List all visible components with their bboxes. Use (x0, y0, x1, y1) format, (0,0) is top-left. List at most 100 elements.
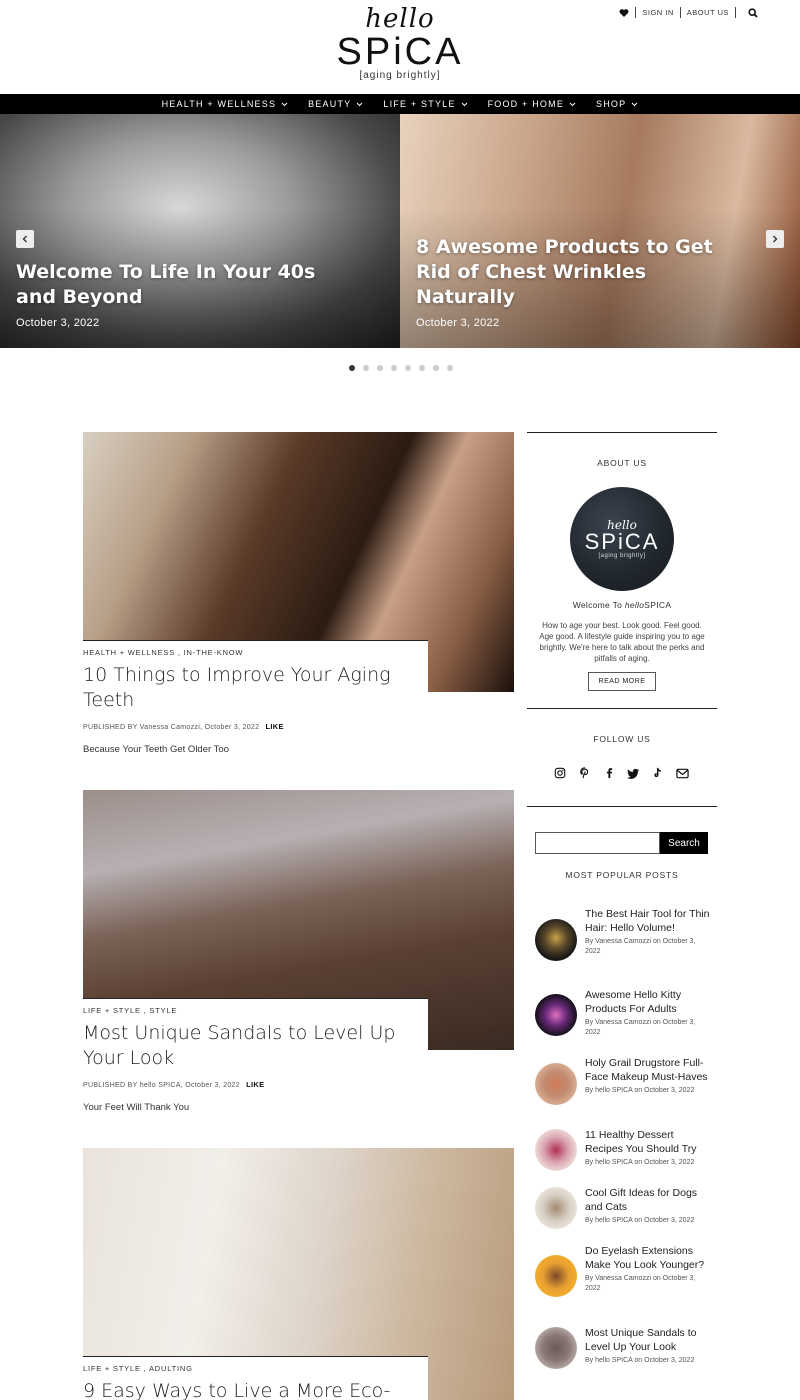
search-icon[interactable] (748, 7, 758, 18)
nav-item-label: HEALTH + WELLNESS (161, 99, 277, 109)
slider-dot[interactable] (349, 365, 355, 371)
chevron-down-icon (631, 102, 638, 106)
post-categories[interactable]: LIFE + STYLE , STYLE (83, 1006, 428, 1015)
post-excerpt: Because Your Teeth Get Older Too (83, 744, 229, 755)
nav-item-shop[interactable]: SHOP (596, 99, 638, 109)
facebook-icon[interactable] (602, 766, 616, 780)
post-meta: PUBLISHED BY hello SPICA, October 3, 202… (83, 1080, 428, 1089)
social-icons (553, 766, 700, 780)
popular-post-title[interactable]: Holy Grail Drugstore Full-Face Makeup Mu… (585, 1057, 711, 1084)
post-card: LIFE + STYLE , ADULTING 9 Easy Ways to L… (83, 1356, 428, 1400)
popular-post-title[interactable]: Awesome Hello Kitty Products For Adults (585, 989, 711, 1016)
nav-item-label: LIFE + STYLE (383, 99, 456, 109)
post-categories[interactable]: LIFE + STYLE , ADULTING (83, 1364, 428, 1373)
chevron-down-icon (357, 102, 363, 106)
nav-item-food-home[interactable]: FOOD + HOME (488, 99, 576, 109)
post-meta: PUBLISHED BY Vanessa Camozzi, October 3,… (83, 722, 428, 731)
about-us-heading: ABOUT US (597, 458, 647, 468)
popular-post-text: Cool Gift Ideas for Dogs and Cats By hel… (585, 1187, 711, 1226)
popular-post-text: Awesome Hello Kitty Products For Adults … (585, 989, 711, 1038)
instagram-icon[interactable] (553, 766, 567, 780)
popular-post-thumbnail[interactable] (535, 1063, 577, 1105)
published-by-label: PUBLISHED BY (83, 1082, 138, 1089)
popular-post-text: Do Eyelash Extensions Make You Look Youn… (585, 1245, 711, 1294)
popular-post-byline: By hello SPICA on October 3, 2022 (585, 1159, 695, 1166)
post-card: LIFE + STYLE , STYLE Most Unique Sandals… (83, 998, 428, 1113)
nav-item-beauty[interactable]: BEAUTY (308, 99, 363, 109)
featured-slider: Welcome To Life In Your 40s and Beyond O… (0, 114, 800, 348)
popular-post-thumbnail[interactable] (535, 1255, 577, 1297)
site-logo[interactable]: hello SPiCA [aging brightly] (330, 4, 470, 90)
logo-spica-text: SPiCA (336, 31, 464, 73)
welcome-text: Welcome To helloSPICA (527, 600, 717, 610)
popular-post-title[interactable]: The Best Hair Tool for Thin Hair: Hello … (585, 908, 711, 935)
popular-post-text: Holy Grail Drugstore Full-Face Makeup Mu… (585, 1057, 711, 1096)
post-title[interactable]: 10 Things to Improve Your Aging Teeth (83, 663, 428, 713)
post-title[interactable]: 9 Easy Ways to Live a More Eco- (83, 1379, 428, 1400)
like-button[interactable]: LIKE (266, 722, 284, 731)
slider-dot[interactable] (405, 365, 411, 371)
post-card: HEALTH + WELLNESS , IN-THE-KNOW 10 Thing… (83, 640, 428, 755)
divider (735, 7, 736, 18)
nav-item-health-wellness[interactable]: HEALTH + WELLNESS (162, 99, 289, 109)
slider-next-button[interactable] (766, 230, 784, 248)
popular-post-title[interactable]: Cool Gift Ideas for Dogs and Cats (585, 1187, 711, 1214)
published-by-label: PUBLISHED BY (83, 724, 138, 731)
slider-dot[interactable] (433, 365, 439, 371)
follow-us-heading: FOLLOW US (593, 734, 651, 744)
email-icon[interactable] (676, 766, 690, 780)
popular-post-thumbnail[interactable] (535, 1187, 577, 1229)
popular-post-title[interactable]: 11 Healthy Dessert Recipes You Should Tr… (585, 1129, 711, 1156)
pinterest-icon[interactable] (578, 766, 592, 780)
search-button[interactable]: Search (660, 832, 708, 854)
search-input[interactable] (535, 832, 660, 854)
about-us-link[interactable]: ABOUT US (687, 8, 729, 17)
slide-date: October 3, 2022 (16, 317, 100, 329)
slide-title[interactable]: Welcome To Life In Your 40s and Beyond (16, 260, 316, 310)
slider-prev-button[interactable] (16, 230, 34, 248)
welcome-hello: hello (624, 600, 645, 610)
slide-card[interactable]: Welcome To Life In Your 40s and Beyond O… (0, 114, 400, 348)
site-header: hello SPiCA [aging brightly] SIGN IN ABO… (0, 0, 800, 94)
welcome-spica: SPICA (644, 600, 672, 610)
chevron-down-icon (569, 102, 576, 106)
slider-dot[interactable] (363, 365, 369, 371)
popular-post-title[interactable]: Most Unique Sandals to Level Up Your Loo… (585, 1327, 711, 1354)
slider-dot[interactable] (447, 365, 453, 371)
sign-in-link[interactable]: SIGN IN (642, 8, 673, 17)
like-button[interactable]: LIKE (246, 1080, 264, 1089)
slide-title[interactable]: 8 Awesome Products to Get Rid of Chest W… (416, 235, 716, 310)
chevron-down-icon (281, 102, 288, 106)
read-more-button[interactable]: READ MORE (588, 672, 656, 691)
popular-post-byline: By hello SPICA on October 3, 2022 (585, 1217, 695, 1224)
slide-image-sphynx-cat (400, 114, 800, 348)
twitter-icon[interactable] (627, 766, 641, 780)
slide-card[interactable]: 8 Awesome Products to Get Rid of Chest W… (400, 114, 800, 348)
nav-item-label: FOOD + HOME (487, 99, 565, 109)
slide-image-woman-hair (0, 114, 400, 348)
heart-icon[interactable] (619, 8, 629, 18)
chevron-right-icon (773, 235, 778, 243)
popular-post-title[interactable]: Do Eyelash Extensions Make You Look Youn… (585, 1245, 711, 1272)
popular-post-thumbnail[interactable] (535, 1327, 577, 1369)
slider-dot[interactable] (377, 365, 383, 371)
slider-dot[interactable] (391, 365, 397, 371)
welcome-prefix: Welcome To (572, 600, 625, 610)
circle-spica-text: SPiCA (584, 529, 660, 554)
popular-post-thumbnail[interactable] (535, 919, 577, 961)
tiktok-icon[interactable] (651, 766, 665, 780)
slider-dots (349, 365, 461, 371)
divider (635, 7, 637, 18)
popular-post-text: 11 Healthy Dessert Recipes You Should Tr… (585, 1129, 711, 1168)
popular-post-byline: By Vanessa Camozzi on October 3, 2022 (585, 1275, 696, 1292)
nav-item-life-style[interactable]: LIFE + STYLE (383, 99, 467, 109)
popular-post-byline: By hello SPICA on October 3, 2022 (585, 1357, 695, 1364)
post-categories[interactable]: HEALTH + WELLNESS , IN-THE-KNOW (83, 648, 428, 657)
popular-post-text: Most Unique Sandals to Level Up Your Loo… (585, 1327, 711, 1366)
popular-post-thumbnail[interactable] (535, 1129, 577, 1171)
slider-dot[interactable] (419, 365, 425, 371)
post-author-date: hello SPICA, October 3, 2022 (139, 1082, 240, 1089)
chevron-down-icon (461, 102, 467, 106)
post-title[interactable]: Most Unique Sandals to Level Up Your Loo… (83, 1021, 428, 1071)
popular-post-thumbnail[interactable] (535, 994, 577, 1036)
